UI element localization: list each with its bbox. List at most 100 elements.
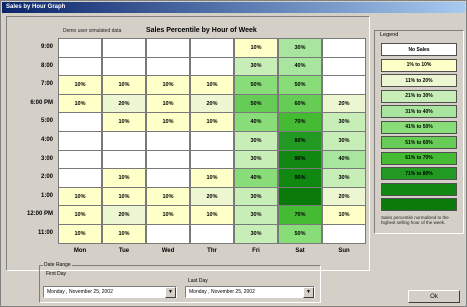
heatmap-cell	[102, 38, 146, 58]
heatmap-cell: 10%	[146, 186, 190, 207]
day-label: Sun	[338, 248, 350, 254]
heatmap-cell: 90%	[278, 168, 322, 188]
heatmap-cell: 30%	[322, 112, 366, 132]
heatmap-cell: 90%	[278, 149, 322, 170]
heatmap-cell: 10%	[102, 112, 146, 132]
day-label: Tue	[118, 248, 130, 254]
hour-label: 11:00	[37, 230, 53, 236]
ok-button[interactable]: Ok	[408, 290, 460, 303]
heatmap-cell	[146, 131, 190, 151]
title-bar: Sales by Hour Graph	[2, 2, 465, 13]
heatmap-cell: 30%	[234, 56, 278, 77]
heatmap-cell	[58, 131, 102, 151]
first-day-value: Monday , November 25, 2002	[47, 289, 113, 295]
heatmap-cell: 10%	[58, 186, 102, 207]
heatmap-cell: 50%	[278, 224, 322, 244]
sales-graph-window: Sales by Hour Graph Demo user simulated …	[0, 0, 467, 307]
heatmap-cell: 10%	[58, 75, 102, 95]
heatmap-cell: 10%	[322, 205, 366, 225]
demo-data-label: Demo user simulated data	[63, 28, 122, 34]
heatmap-cell	[102, 131, 146, 151]
last-day-label: Last Day	[187, 278, 209, 284]
heatmap-cell: 30%	[322, 168, 366, 188]
heatmap-cell	[146, 149, 190, 170]
heatmap-cell	[58, 168, 102, 188]
heatmap-cell: 10%	[146, 93, 190, 114]
legend-item	[381, 198, 457, 211]
heatmap-cell: 10%	[146, 205, 190, 225]
heatmap-cell: 10%	[190, 75, 234, 95]
heatmap-cell: 80%	[278, 131, 322, 151]
heatmap-cell: 10%	[190, 205, 234, 225]
heatmap-cell	[190, 224, 234, 244]
heatmap-cell	[190, 38, 234, 58]
last-day-value: Monday , November 25, 2002	[189, 289, 255, 295]
legend-item: 61% to 70%	[381, 151, 457, 165]
hour-label: 5:00	[40, 118, 53, 125]
heatmap-cell: 70%	[278, 205, 322, 225]
heatmap-cell: 40%	[234, 168, 278, 188]
heatmap-grid: 10% 30% 30% 40% 10% 10% 10% 10% 50% 50% 10% 20% 10% 2…	[58, 38, 366, 248]
heatmap-cell: 10%	[190, 168, 234, 188]
heatmap-cell	[58, 149, 102, 170]
heatmap-cell: 20%	[190, 93, 234, 114]
heatmap-cell: 10%	[190, 112, 234, 132]
heatmap-cell: 60%	[278, 93, 322, 114]
heatmap-cell	[322, 224, 366, 244]
heatmap-cell	[146, 224, 190, 244]
first-day-dropdown[interactable]: Monday , November 25, 2002 ▼	[43, 286, 177, 298]
heatmap-cell: 10%	[146, 112, 190, 132]
heatmap-cell: 30%	[234, 205, 278, 225]
heatmap-cell: 20%	[322, 93, 366, 114]
heatmap-cell	[190, 56, 234, 77]
hour-label: 12:00 PM	[26, 211, 53, 218]
legend-item: 11% to 20%	[381, 74, 457, 87]
legend-title: Legend	[379, 32, 400, 38]
legend-item: 21% to 30%	[381, 89, 457, 103]
legend-item	[381, 182, 457, 196]
legend-note: Sales percentile normalized to the highe…	[381, 215, 449, 225]
heatmap-cell	[58, 56, 102, 77]
heatmap-cell	[322, 75, 366, 95]
date-range-title: Date Range	[43, 262, 72, 268]
legend-item: 51% to 60%	[381, 136, 457, 149]
first-day-label: First Day	[45, 271, 67, 277]
heatmap-cell: 10%	[234, 38, 278, 58]
hour-label: 2:00	[40, 174, 53, 181]
chevron-down-icon[interactable]: ▼	[303, 286, 314, 298]
heatmap-cell: 10%	[58, 205, 102, 225]
heatmap-cell: 40%	[278, 56, 322, 77]
heatmap-cell: 50%	[278, 75, 322, 95]
heatmap-cell	[190, 149, 234, 170]
heatmap-cell: 10%	[58, 224, 102, 244]
heatmap-cell	[146, 38, 190, 58]
heatmap-cell: 20%	[102, 205, 146, 225]
heatmap-cell: 30%	[234, 224, 278, 244]
hour-label: 3:00	[40, 155, 53, 162]
heatmap-cell	[58, 38, 102, 58]
heatmap-cell	[322, 56, 366, 77]
heatmap-cell: 40%	[322, 149, 366, 170]
heatmap-cell: 30%	[278, 38, 322, 58]
heatmap-cell	[322, 38, 366, 58]
day-label: Wed	[161, 248, 175, 254]
heatmap-cell: 10%	[102, 168, 146, 188]
legend-item: 41% to 50%	[381, 120, 457, 134]
heatmap-cell	[102, 149, 146, 170]
heatmap-cell: 10%	[102, 224, 146, 244]
hour-label: 8:00	[40, 62, 53, 69]
chevron-down-icon[interactable]: ▼	[165, 286, 176, 298]
heatmap-cell: 30%	[322, 131, 366, 151]
heatmap-cell	[146, 168, 190, 188]
heatmap-cell: 30%	[234, 149, 278, 170]
hour-label: 1:00	[40, 192, 53, 199]
hour-label: 6:00 PM	[30, 99, 53, 106]
heatmap-cell	[146, 56, 190, 77]
heatmap-cell: 20%	[190, 186, 234, 207]
hour-label: 4:00	[40, 137, 53, 143]
last-day-dropdown[interactable]: Monday , November 25, 2002 ▼	[185, 286, 315, 298]
day-label: Thr	[207, 248, 217, 254]
heatmap-cell	[58, 112, 102, 132]
heatmap-cell	[190, 131, 234, 151]
heatmap-cell: 50%	[234, 93, 278, 114]
